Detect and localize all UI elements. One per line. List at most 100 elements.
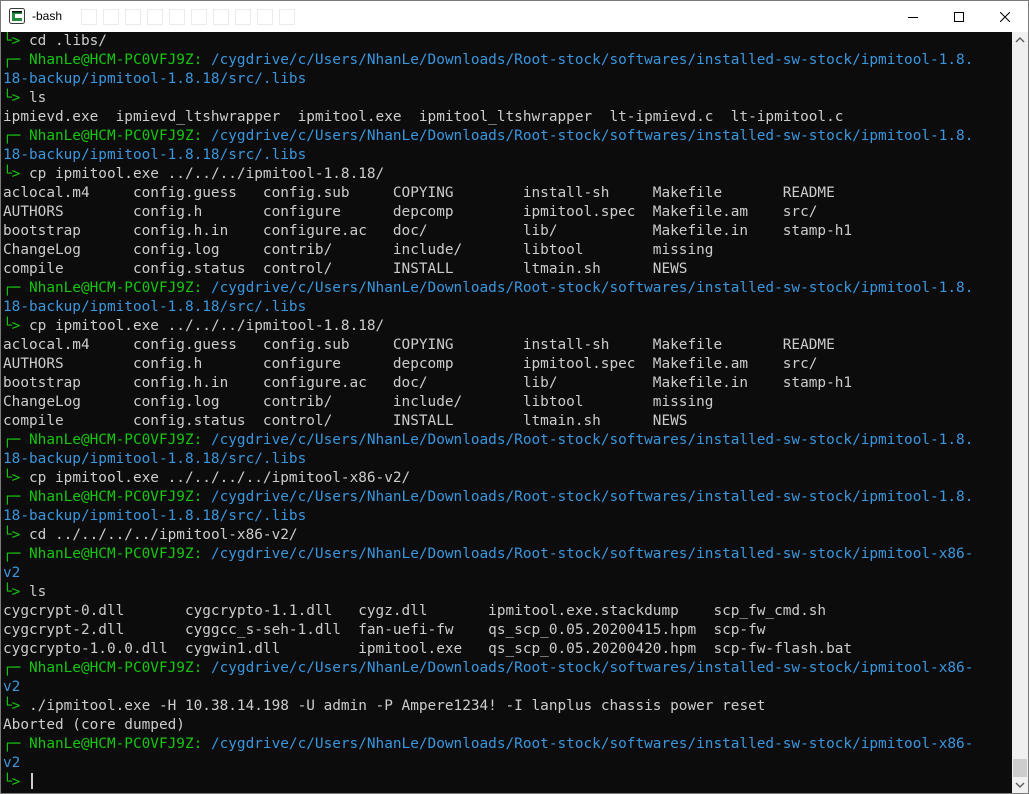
prompt-path: 18-backup/ipmitool-1.8.18/src/.libs bbox=[3, 147, 307, 163]
command-text: cp ipmitool.exe ../../../../ipmitool-x86… bbox=[29, 470, 411, 486]
prompt-path: 18-backup/ipmitool-1.8.18/src/.libs bbox=[3, 299, 307, 315]
output-text: aclocal.m4 config.guess config.sub COPYI… bbox=[3, 337, 835, 353]
scrollbar-thumb[interactable] bbox=[1013, 759, 1027, 777]
command-text: cd .libs/ bbox=[29, 33, 107, 49]
active-input-line[interactable]: └> bbox=[3, 773, 33, 792]
output-text: ChangeLog config.log contrib/ include/ l… bbox=[3, 394, 714, 410]
close-button[interactable] bbox=[982, 1, 1028, 32]
output-line: AUTHORS config.h configure depcomp ipmit… bbox=[3, 203, 817, 222]
prompt-path-continuation: 18-backup/ipmitool-1.8.18/src/.libs bbox=[3, 450, 306, 469]
title-bar[interactable]: -bash bbox=[1, 1, 1028, 32]
vertical-scrollbar[interactable] bbox=[1012, 32, 1028, 793]
maximize-icon bbox=[954, 11, 964, 22]
command-line: └> ./ipmitool.exe -H 10.38.14.198 -U adm… bbox=[3, 697, 765, 716]
output-line: aclocal.m4 config.guess config.sub COPYI… bbox=[3, 184, 835, 203]
scroll-up-icon[interactable] bbox=[1012, 32, 1028, 48]
close-icon bbox=[1000, 11, 1010, 22]
minimize-icon bbox=[908, 16, 918, 18]
prompt-user-host: ┌─ NhanLe@HCM-PC0VFJ9Z: bbox=[3, 432, 211, 448]
output-line: Aborted (core dumped) bbox=[3, 716, 185, 735]
prompt-arrow: └> bbox=[3, 470, 29, 486]
prompt-path: 18-backup/ipmitool-1.8.18/src/.libs bbox=[3, 508, 307, 524]
output-text: ipmievd.exe ipmievd_ltshwrapper ipmitool… bbox=[3, 109, 844, 125]
output-text: bootstrap config.h.in configure.ac doc/ … bbox=[3, 223, 853, 239]
output-text: cygcrypto-1.0.0.dll cygwin1.dll ipmitool… bbox=[3, 641, 853, 657]
prompt-user-host: ┌─ NhanLe@HCM-PC0VFJ9Z: bbox=[3, 736, 211, 752]
terminal-output[interactable]: └> cd .libs/┌─ NhanLe@HCM-PC0VFJ9Z: /cyg… bbox=[1, 32, 1012, 793]
prompt-arrow: └> bbox=[3, 774, 29, 790]
output-line: cygcrypt-0.dll cygcrypto-1.1.dll cygz.dl… bbox=[3, 602, 826, 621]
command-line: └> cd ../../../../ipmitool-x86-v2/ bbox=[3, 526, 298, 545]
terminal-window: -bash └> cd .libs/┌─ NhanLe@HCM-PC0VFJ9Z… bbox=[0, 0, 1029, 794]
prompt-path: v2 bbox=[3, 565, 21, 581]
output-line: compile config.status control/ INSTALL l… bbox=[3, 260, 687, 279]
output-line: cygcrypt-2.dll cyggcc_s-seh-1.dll fan-ue… bbox=[3, 621, 765, 640]
prompt-line: ┌─ NhanLe@HCM-PC0VFJ9Z: /cygdrive/c/User… bbox=[3, 127, 973, 146]
command-text: ./ipmitool.exe -H 10.38.14.198 -U admin … bbox=[29, 698, 766, 714]
output-text: compile config.status control/ INSTALL l… bbox=[3, 413, 688, 429]
command-line: └> cp ipmitool.exe ../../../ipmitool-1.8… bbox=[3, 317, 384, 336]
command-line: └> cp ipmitool.exe ../../../ipmitool-1.8… bbox=[3, 165, 384, 184]
prompt-arrow: └> bbox=[3, 527, 29, 543]
prompt-user-host: ┌─ NhanLe@HCM-PC0VFJ9Z: bbox=[3, 52, 211, 68]
command-line: └> ls bbox=[3, 583, 46, 602]
prompt-path: 18-backup/ipmitool-1.8.18/src/.libs bbox=[3, 451, 307, 467]
command-text: cd ../../../../ipmitool-x86-v2/ bbox=[29, 527, 298, 543]
prompt-path: /cygdrive/c/Users/NhanLe/Downloads/Root-… bbox=[210, 52, 974, 68]
prompt-path-continuation: 18-backup/ipmitool-1.8.18/src/.libs bbox=[3, 146, 306, 165]
prompt-line: ┌─ NhanLe@HCM-PC0VFJ9Z: /cygdrive/c/User… bbox=[3, 488, 973, 507]
command-text: ls bbox=[29, 584, 47, 600]
prompt-path: v2 bbox=[3, 755, 21, 771]
prompt-path: 18-backup/ipmitool-1.8.18/src/.libs bbox=[3, 71, 307, 87]
command-text: ls bbox=[29, 90, 47, 106]
prompt-path-continuation: 18-backup/ipmitool-1.8.18/src/.libs bbox=[3, 507, 306, 526]
prompt-user-host: ┌─ NhanLe@HCM-PC0VFJ9Z: bbox=[3, 280, 211, 296]
output-line: AUTHORS config.h configure depcomp ipmit… bbox=[3, 355, 817, 374]
prompt-path: /cygdrive/c/Users/NhanLe/Downloads/Root-… bbox=[210, 736, 974, 752]
output-text: aclocal.m4 config.guess config.sub COPYI… bbox=[3, 185, 835, 201]
prompt-path-continuation: 18-backup/ipmitool-1.8.18/src/.libs bbox=[3, 70, 306, 89]
prompt-arrow: └> bbox=[3, 90, 29, 106]
prompt-line: ┌─ NhanLe@HCM-PC0VFJ9Z: /cygdrive/c/User… bbox=[3, 735, 973, 754]
output-text: cygcrypt-0.dll cygcrypto-1.1.dll cygz.dl… bbox=[3, 603, 827, 619]
output-line: ipmievd.exe ipmievd_ltshwrapper ipmitool… bbox=[3, 108, 843, 127]
prompt-path-continuation: v2 bbox=[3, 754, 20, 773]
output-text: cygcrypt-2.dll cyggcc_s-seh-1.dll fan-ue… bbox=[3, 622, 766, 638]
prompt-user-host: ┌─ NhanLe@HCM-PC0VFJ9Z: bbox=[3, 128, 211, 144]
prompt-line: ┌─ NhanLe@HCM-PC0VFJ9Z: /cygdrive/c/User… bbox=[3, 431, 973, 450]
command-line: └> cp ipmitool.exe ../../../../ipmitool-… bbox=[3, 469, 410, 488]
output-line: ChangeLog config.log contrib/ include/ l… bbox=[3, 393, 713, 412]
output-text: bootstrap config.h.in configure.ac doc/ … bbox=[3, 375, 853, 391]
maximize-button[interactable] bbox=[936, 1, 982, 32]
output-line: aclocal.m4 config.guess config.sub COPYI… bbox=[3, 336, 835, 355]
prompt-arrow: └> bbox=[3, 33, 29, 49]
prompt-path: /cygdrive/c/Users/NhanLe/Downloads/Root-… bbox=[210, 660, 974, 676]
output-text: ChangeLog config.log contrib/ include/ l… bbox=[3, 242, 714, 258]
prompt-arrow: └> bbox=[3, 166, 29, 182]
prompt-path-continuation: 18-backup/ipmitool-1.8.18/src/.libs bbox=[3, 298, 306, 317]
command-line: └> cd .libs/ bbox=[3, 32, 107, 51]
minimize-button[interactable] bbox=[890, 1, 936, 32]
text-cursor bbox=[31, 773, 33, 789]
prompt-arrow: └> bbox=[3, 584, 29, 600]
prompt-path: v2 bbox=[3, 679, 21, 695]
prompt-arrow: └> bbox=[3, 698, 29, 714]
prompt-path: /cygdrive/c/Users/NhanLe/Downloads/Root-… bbox=[210, 432, 974, 448]
faded-toolbar bbox=[81, 9, 295, 25]
output-line: compile config.status control/ INSTALL l… bbox=[3, 412, 687, 431]
command-text: cp ipmitool.exe ../../../ipmitool-1.8.18… bbox=[29, 166, 385, 182]
prompt-line: ┌─ NhanLe@HCM-PC0VFJ9Z: /cygdrive/c/User… bbox=[3, 51, 973, 70]
prompt-arrow: └> bbox=[3, 318, 29, 334]
prompt-path: /cygdrive/c/Users/NhanLe/Downloads/Root-… bbox=[210, 280, 974, 296]
prompt-line: ┌─ NhanLe@HCM-PC0VFJ9Z: /cygdrive/c/User… bbox=[3, 659, 973, 678]
output-line: cygcrypto-1.0.0.dll cygwin1.dll ipmitool… bbox=[3, 640, 852, 659]
command-text: cp ipmitool.exe ../../../ipmitool-1.8.18… bbox=[29, 318, 385, 334]
output-text: Aborted (core dumped) bbox=[3, 717, 185, 733]
prompt-user-host: ┌─ NhanLe@HCM-PC0VFJ9Z: bbox=[3, 546, 211, 562]
prompt-path: /cygdrive/c/Users/NhanLe/Downloads/Root-… bbox=[210, 546, 974, 562]
output-line: bootstrap config.h.in configure.ac doc/ … bbox=[3, 222, 852, 241]
prompt-line: ┌─ NhanLe@HCM-PC0VFJ9Z: /cygdrive/c/User… bbox=[3, 545, 973, 564]
scroll-down-icon[interactable] bbox=[1012, 777, 1028, 793]
prompt-path-continuation: v2 bbox=[3, 564, 20, 583]
output-text: AUTHORS config.h configure depcomp ipmit… bbox=[3, 204, 818, 220]
